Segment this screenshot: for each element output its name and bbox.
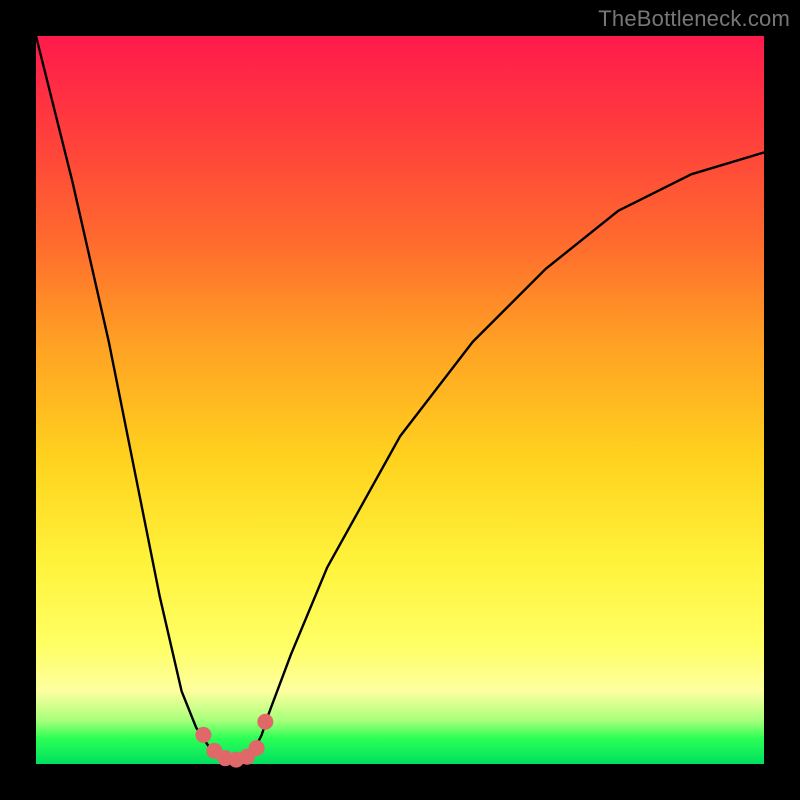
highlight-dot — [257, 714, 273, 730]
plot-area — [36, 36, 764, 764]
chart-frame: TheBottleneck.com — [0, 0, 800, 800]
highlight-dot — [195, 727, 211, 743]
highlight-dot — [249, 740, 265, 756]
marker-group — [195, 714, 273, 768]
watermark-text: TheBottleneck.com — [598, 6, 790, 32]
curve-layer — [36, 36, 764, 764]
bottleneck-curve — [36, 36, 764, 762]
